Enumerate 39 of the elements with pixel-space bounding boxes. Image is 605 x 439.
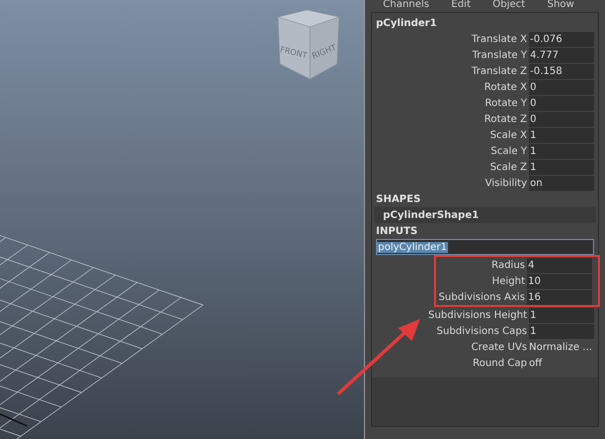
attribute-label: Subdivisions Height (427, 310, 528, 320)
attribute-value-field[interactable]: 1 (529, 144, 594, 158)
object-name[interactable]: pCylinder1 (376, 18, 437, 28)
attribute-label: Subdivisions Axis (438, 292, 526, 302)
attribute-value-field[interactable]: -0.076 (529, 32, 594, 46)
attribute-label: Height (490, 276, 526, 286)
attribute-label: Visibility (484, 178, 528, 188)
axis-line (0, 413, 28, 427)
attribute-value-field[interactable]: 1 (529, 324, 594, 338)
attribute-label: Radius (490, 260, 526, 270)
section-heading: INPUTS (376, 226, 418, 236)
attribute-label: Translate Z (470, 66, 528, 76)
attribute-value-field[interactable]: 0 (529, 96, 594, 110)
shape-node[interactable]: pCylinderShape1 (374, 207, 596, 223)
attribute-label: Translate Y (471, 50, 528, 60)
attribute-value-field[interactable]: 0 (529, 112, 594, 126)
attribute-value-field[interactable]: on (529, 176, 594, 190)
attribute-label: Translate X (470, 34, 528, 44)
attribute-value-field[interactable]: 1 (529, 308, 594, 322)
attribute-label: Round Cap (472, 358, 528, 368)
attribute-value-field[interactable]: 4.777 (529, 48, 594, 62)
attribute-value-field[interactable]: 1 (529, 128, 594, 142)
attribute-value-field[interactable]: 1 (529, 160, 594, 174)
attribute-label: Rotate X (483, 82, 528, 92)
attribute-label: Create UVs (470, 342, 528, 352)
attribute-value-field[interactable]: 10 (527, 274, 592, 288)
attribute-value[interactable]: off (529, 358, 542, 368)
attribute-label: Rotate Z (483, 114, 528, 124)
attribute-value-field[interactable]: -0.158 (529, 64, 594, 78)
attribute-value-field[interactable]: 4 (527, 258, 592, 272)
attribute-value-field[interactable]: 16 (527, 290, 592, 304)
attribute-label: Rotate Y (484, 98, 528, 108)
attribute-label: Scale Y (490, 146, 528, 156)
attribute-label: Subdivisions Caps (436, 326, 528, 336)
attribute-value[interactable]: Normalize ... (529, 342, 592, 352)
attribute-value-field[interactable]: 0 (529, 80, 594, 94)
section-heading: SHAPES (376, 194, 421, 204)
attribute-label: Scale Z (489, 162, 528, 172)
attribute-label: Scale X (489, 130, 528, 140)
